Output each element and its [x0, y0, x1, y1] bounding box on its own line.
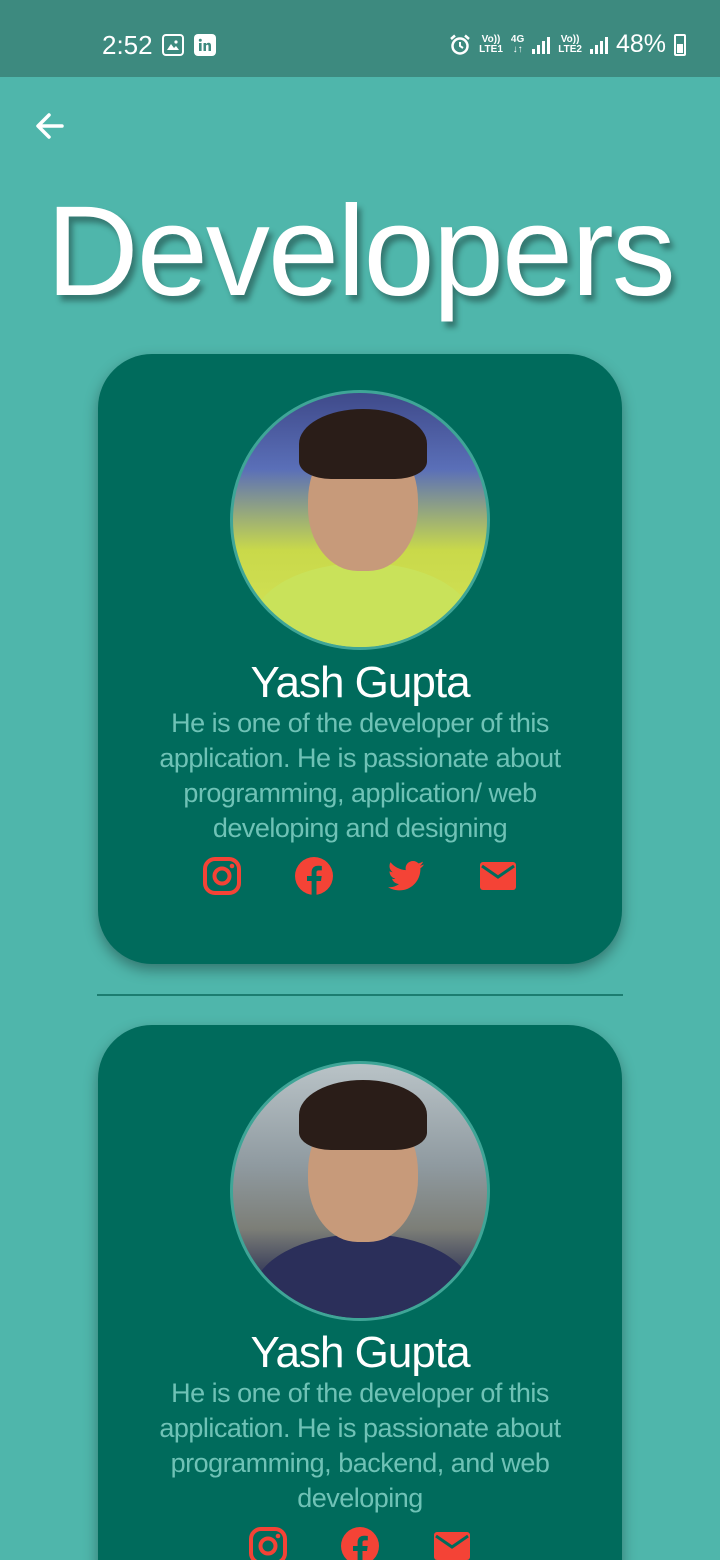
developer-card: Yash Gupta He is one of the developer of… [98, 354, 622, 964]
facebook-icon[interactable] [294, 856, 334, 896]
signal-icon [589, 36, 608, 54]
instagram-icon[interactable] [202, 856, 242, 896]
sim1-indicator: Vo)) LTE1 [479, 33, 503, 55]
social-links [98, 856, 622, 896]
alarm-icon [450, 34, 470, 55]
divider [97, 994, 623, 996]
developer-card: Yash Gupta He is one of the developer of… [98, 1025, 622, 1560]
linkedin-icon [194, 34, 216, 56]
battery-icon [674, 33, 686, 56]
developer-description: He is one of the developer of this appli… [159, 708, 561, 843]
developer-description: He is one of the developer of this appli… [159, 1378, 561, 1513]
avatar [230, 390, 490, 650]
instagram-icon[interactable] [248, 1526, 288, 1560]
gallery-icon [162, 34, 184, 56]
network-type: 4G ↓↑ [510, 33, 525, 55]
status-bar: 2:52 Vo)) LTE1 4G ↓↑ Vo)) LTE2 48% [0, 0, 720, 77]
back-arrow-icon[interactable] [32, 108, 68, 144]
page-title: Developers [46, 180, 675, 323]
twitter-icon[interactable] [386, 856, 426, 896]
battery-percent: 48% [615, 30, 666, 58]
sim2-indicator: Vo)) LTE2 [558, 33, 582, 55]
status-time: 2:52 [102, 30, 153, 60]
email-icon[interactable] [432, 1526, 472, 1560]
developer-name: Yash Gupta [250, 658, 470, 707]
avatar [230, 1061, 490, 1321]
email-icon[interactable] [478, 856, 518, 896]
signal-icon [532, 36, 551, 54]
social-links [98, 1526, 622, 1560]
facebook-icon[interactable] [340, 1526, 380, 1560]
developer-name: Yash Gupta [250, 1328, 470, 1377]
